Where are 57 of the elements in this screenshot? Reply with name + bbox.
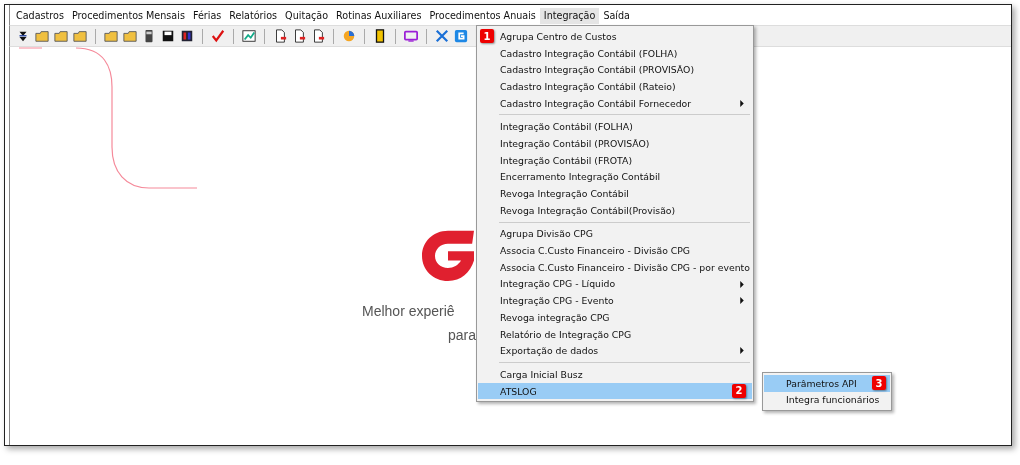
menu-item[interactable]: Carga Inicial Busz [478, 366, 752, 383]
menu-item[interactable]: Agrupa Divisão CPG [478, 225, 752, 243]
pie-chart-icon[interactable] [342, 29, 356, 43]
menu-item[interactable]: Associa C.Custo Financeiro - Divisão CPG [478, 242, 752, 259]
folder-icon[interactable] [73, 29, 87, 43]
submenu-arrow-icon [740, 347, 744, 355]
folder-icon[interactable] [54, 29, 68, 43]
menu-item[interactable]: Exportação de dados [478, 342, 752, 360]
check-icon[interactable] [211, 29, 225, 43]
folder-icon[interactable] [123, 29, 137, 43]
menu-item[interactable]: Integra funcionários [764, 391, 890, 408]
menu-bar-item[interactable]: Rotinas Auxiliares [332, 8, 426, 24]
menu-item[interactable]: Integração CPG - Evento [478, 292, 752, 309]
door-icon[interactable] [373, 29, 387, 43]
document-icon[interactable] [311, 29, 325, 43]
menu-bar-item[interactable]: Integração [539, 8, 600, 24]
tagline-text: para [448, 326, 477, 345]
menu-item[interactable]: Associa C.Custo Financeiro - Divisão CPG - por evento [478, 258, 752, 276]
logo-icon [420, 229, 476, 281]
menu-item[interactable]: Integração Contábil (PROVISÃO) [478, 135, 752, 152]
menu-item[interactable]: Integração Contábil (FOLHA) [478, 118, 752, 136]
menu-item[interactable]: Revoga integração CPG [478, 309, 752, 326]
menu-item[interactable]: Revoga Integração Contábil(Provisão) [478, 201, 752, 219]
app-logo-icon[interactable] [454, 29, 468, 43]
menu-item[interactable]: Parâmetros API 3 [764, 375, 890, 392]
menu-item[interactable]: ATSLOG 2 [478, 382, 752, 400]
step-badge: 3 [872, 376, 886, 390]
document-icon[interactable] [292, 29, 306, 43]
step-badge: 1 [480, 29, 494, 43]
menu-item[interactable]: Cadastro Integração Contábil (PROVISÃO) [478, 61, 752, 79]
submenu-arrow-icon [740, 99, 744, 107]
folder-icon[interactable] [35, 29, 49, 43]
menu-bar-item[interactable]: Quitação [281, 8, 333, 24]
step-badge: 2 [732, 383, 746, 398]
submenu-arrow-icon [740, 297, 744, 305]
grid-icon[interactable] [180, 29, 194, 43]
folder-icon[interactable] [104, 29, 118, 43]
menu-item[interactable]: Integração Contábil (FROTA) [478, 151, 752, 169]
document-icon[interactable] [273, 29, 287, 43]
menu-item[interactable]: Revoga Integração Contábil [478, 185, 752, 202]
menu-item[interactable]: Encerramento Integração Contábil [478, 168, 752, 186]
menu-item[interactable]: Relatório de Integração CPG [478, 325, 752, 343]
chart-icon[interactable] [242, 29, 256, 43]
menu-item[interactable]: Integração CPG - Líquido [478, 275, 752, 293]
monitor-icon[interactable] [404, 29, 418, 43]
menu-item[interactable]: Cadastro Integração Contábil Fornecedor [478, 94, 752, 112]
submenu-arrow-icon [740, 280, 744, 288]
menu-bar-item[interactable]: Cadastros [12, 8, 68, 24]
menu-bar-item[interactable]: Férias [188, 8, 226, 24]
menu-item[interactable]: Cadastro Integração Contábil (FOLHA) [478, 44, 752, 62]
menu-bar-item[interactable]: Saída [599, 8, 634, 24]
menu-bar-item[interactable]: Procedimentos Mensais [67, 8, 189, 24]
save-icon[interactable] [161, 29, 175, 43]
menu-bar-item[interactable]: Procedimentos Anuais [425, 8, 540, 24]
tagline-text: Melhor experiê [362, 302, 456, 321]
menu-item[interactable]: Cadastro Integração Contábil (Rateio) [478, 78, 752, 95]
menu-bar-item[interactable]: Relatórios [225, 8, 282, 24]
